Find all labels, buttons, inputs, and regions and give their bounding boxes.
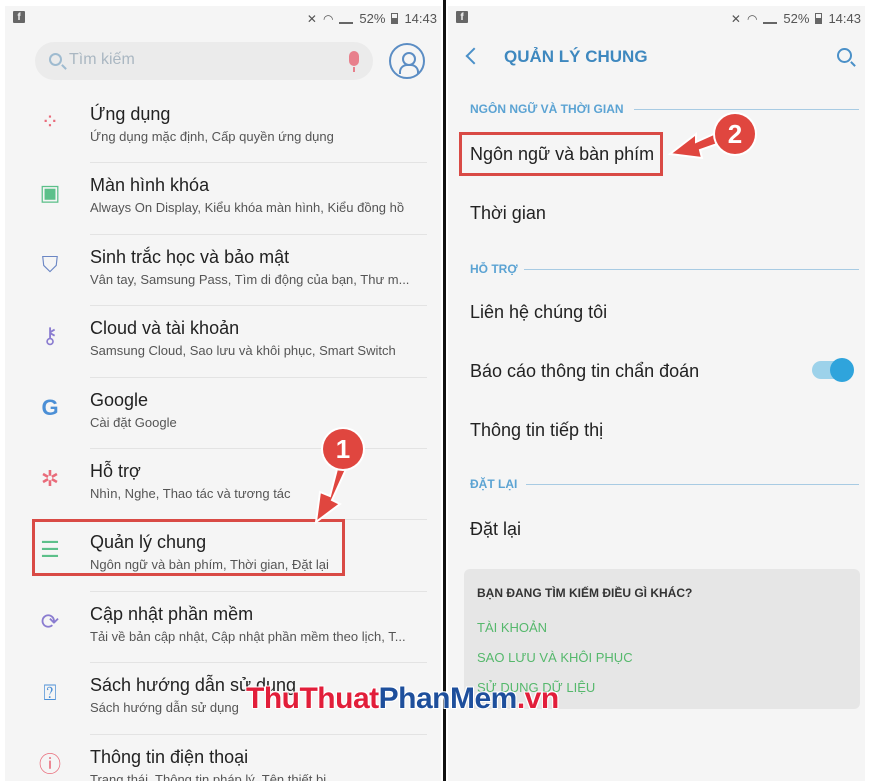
update-icon: ⟳ <box>40 608 60 634</box>
wifi-icon: ◠ <box>322 11 334 26</box>
item-title: Cập nhật phần mềm <box>90 603 254 624</box>
microphone-icon[interactable] <box>349 51 359 72</box>
link-accounts[interactable]: TÀI KHOẢN <box>477 620 547 635</box>
account-icon[interactable] <box>389 43 425 79</box>
item-title: Màn hình khóa <box>90 175 210 196</box>
key-icon: ⚷ <box>41 323 59 349</box>
section-header-reset: ĐẶT LẠI <box>470 477 518 491</box>
signal-icon <box>339 14 354 24</box>
item-subtitle: Nhìn, Nghe, Thao tác và tương tác <box>90 485 291 501</box>
item-time[interactable]: Thời gian <box>470 203 546 224</box>
page-title: QUẢN LÝ CHUNG <box>504 47 648 66</box>
mute-icon: ✕ <box>306 11 317 26</box>
mute-icon: ✕ <box>730 11 741 26</box>
watermark-part-2: PhanMem <box>378 682 518 715</box>
clock: 14:43 <box>828 11 861 26</box>
accessibility-icon: ✲ <box>40 465 60 491</box>
battery-icon <box>815 13 823 24</box>
settings-item-biometrics-security[interactable]: ⛉ Sinh trắc học và bảo mật Vân tay, Sams… <box>5 235 441 307</box>
item-subtitle: Vân tay, Samsung Pass, Tìm di động của b… <box>90 271 410 287</box>
watermark: ThuThuatPhanMem.vn <box>246 682 559 716</box>
settings-list: ⁘ Ứng dụng Ứng dụng mặc định, Cấp quyền … <box>5 92 441 781</box>
lock-icon: ▣ <box>39 180 61 206</box>
item-title: Hỗ trợ <box>90 460 141 481</box>
step-badge-2: 2 <box>715 114 755 154</box>
section-divider <box>526 484 859 485</box>
section-header-language-time: NGÔN NGỮ VÀ THỜI GIAN <box>470 102 624 116</box>
highlight-general-management <box>32 519 345 576</box>
settings-item-software-update[interactable]: ⟳ Cập nhật phần mềm Tải về bản cập nhật,… <box>5 592 441 664</box>
search-icon[interactable] <box>837 48 852 63</box>
wifi-icon: ◠ <box>746 11 758 26</box>
status-bar: f ✕ ◠ 52% 14:43 <box>5 6 441 32</box>
diagnostic-report-toggle[interactable] <box>812 358 854 382</box>
item-subtitle: Samsung Cloud, Sao lưu và khôi phục, Sma… <box>90 343 396 359</box>
section-divider <box>524 269 859 270</box>
item-marketing-info[interactable]: Thông tin tiếp thị <box>470 420 603 441</box>
item-subtitle: Ứng dụng mặc định, Cấp quyền ứng dụng <box>90 129 334 144</box>
item-subtitle: Tải về bản cập nhật, Cập nhật phần mềm t… <box>90 628 406 644</box>
settings-item-google[interactable]: G Google Cài đặt Google <box>5 378 441 449</box>
settings-item-about-phone[interactable]: ⓘ Thông tin điện thoại Trạng thái, Thông… <box>5 735 441 781</box>
item-diagnostic-report[interactable]: Báo cáo thông tin chẩn đoán <box>470 361 699 382</box>
item-subtitle: Always On Display, Kiểu khóa màn hình, K… <box>90 200 405 216</box>
search-icon <box>49 53 62 66</box>
back-arrow-icon[interactable] <box>465 47 483 65</box>
status-bar: f ✕ ◠ 52% 14:43 <box>448 6 865 32</box>
settings-item-cloud-accounts[interactable]: ⚷ Cloud và tài khoản Samsung Cloud, Sao … <box>5 306 441 378</box>
panel-divider <box>441 0 448 781</box>
item-title: Ứng dụng <box>90 104 171 124</box>
signal-icon <box>763 14 778 24</box>
search-bar[interactable] <box>35 42 373 80</box>
general-management-screen: f ✕ ◠ 52% 14:43 QUẢN LÝ CHUNG NGÔN NGỮ V… <box>448 6 865 781</box>
info-icon: ⓘ <box>38 751 61 777</box>
item-title: Cloud và tài khoản <box>90 318 240 339</box>
item-title: Google <box>90 389 149 410</box>
settings-main-screen: f ✕ ◠ 52% 14:43 ⁘ Ứng dụng Ứng dụng mặc … <box>5 6 441 781</box>
item-subtitle: Trạng thái, Thông tin pháp lý, Tên thiết… <box>90 771 327 781</box>
item-title: Sinh trắc học và bảo mật <box>90 246 290 267</box>
settings-item-lock-screen[interactable]: ▣ Màn hình khóa Always On Display, Kiểu … <box>5 163 441 235</box>
item-contact-us[interactable]: Liên hệ chúng tôi <box>470 302 607 323</box>
watermark-part-1: ThuThuat <box>246 682 379 715</box>
item-title: Thông tin điện thoại <box>90 746 249 767</box>
apps-icon: ⁘ <box>40 109 60 134</box>
link-backup-restore[interactable]: SAO LƯU VÀ KHÔI PHỤC <box>477 650 633 665</box>
step-badge-1: 1 <box>323 429 363 469</box>
settings-item-apps[interactable]: ⁘ Ứng dụng Ứng dụng mặc định, Cấp quyền … <box>5 92 441 164</box>
settings-item-accessibility[interactable]: ✲ Hỗ trợ Nhìn, Nghe, Thao tác và tương t… <box>5 449 441 521</box>
item-reset[interactable]: Đặt lại <box>470 519 521 540</box>
google-icon: G <box>41 394 59 420</box>
search-input[interactable] <box>69 51 329 69</box>
facebook-notification-icon: f <box>456 11 468 23</box>
toggle-knob <box>830 358 854 382</box>
help-icon: ⍰ <box>43 680 57 706</box>
highlight-language-keyboard <box>459 132 663 176</box>
item-subtitle: Cài đặt Google <box>90 414 177 430</box>
battery-percent: 52% <box>783 11 810 26</box>
facebook-notification-icon: f <box>13 11 25 23</box>
watermark-part-3: .vn <box>516 682 559 715</box>
card-title: BẠN ĐANG TÌM KIẾM ĐIỀU GÌ KHÁC? <box>477 586 693 600</box>
battery-icon <box>391 13 399 24</box>
section-header-support: HỖ TRỢ <box>470 262 518 276</box>
battery-percent: 52% <box>359 11 386 26</box>
shield-icon: ⛉ <box>41 251 59 277</box>
section-divider <box>634 109 859 110</box>
clock: 14:43 <box>404 11 437 26</box>
